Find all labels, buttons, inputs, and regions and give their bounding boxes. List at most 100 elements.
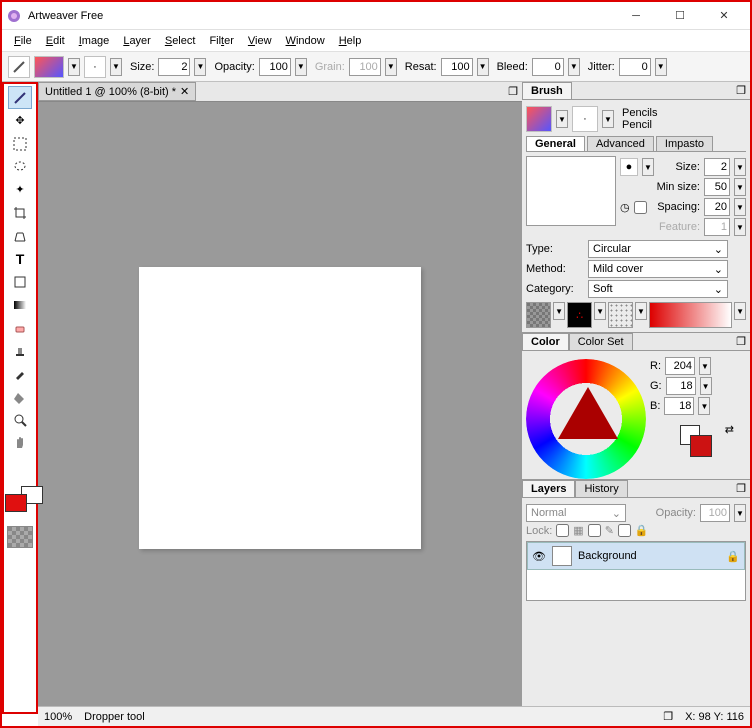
maximize-button[interactable]: ☐ bbox=[658, 4, 702, 28]
b-input[interactable] bbox=[664, 397, 694, 415]
color-panel-menu-icon[interactable]: ❐ bbox=[732, 333, 750, 350]
r-dd[interactable]: ▼ bbox=[699, 357, 711, 375]
brush-minsize-input[interactable] bbox=[704, 178, 730, 196]
brush-shape-icon[interactable]: ● bbox=[620, 158, 638, 176]
brush-variant-icon[interactable]: · bbox=[572, 106, 598, 132]
menu-image[interactable]: Image bbox=[73, 33, 116, 49]
r-input[interactable] bbox=[665, 357, 695, 375]
spray-dd[interactable]: ▼ bbox=[635, 302, 647, 320]
fill-tool[interactable] bbox=[8, 385, 32, 408]
bleed-input[interactable] bbox=[532, 58, 564, 76]
color-triangle[interactable] bbox=[558, 387, 618, 439]
brush-spacing-dd[interactable]: ▼ bbox=[734, 198, 746, 216]
fg-color-swatch[interactable] bbox=[5, 494, 27, 512]
texture-swatch[interactable] bbox=[526, 302, 551, 328]
brush-sub-advanced[interactable]: Advanced bbox=[587, 136, 654, 151]
panel-fg-swatch[interactable] bbox=[690, 435, 712, 457]
stamp-tool[interactable] bbox=[8, 339, 32, 362]
layers-panel-tab[interactable]: Layers bbox=[522, 480, 575, 497]
minimize-button[interactable]: ─ bbox=[614, 4, 658, 28]
layer-row-bg[interactable]: 👁 Background 🔒 bbox=[527, 542, 745, 570]
menu-view[interactable]: View bbox=[242, 33, 278, 49]
menu-help[interactable]: Help bbox=[333, 33, 368, 49]
brush-size-input[interactable] bbox=[704, 158, 730, 176]
spacing-check[interactable] bbox=[634, 201, 647, 214]
history-panel-tab[interactable]: History bbox=[575, 480, 627, 497]
color-panel-tab[interactable]: Color bbox=[522, 333, 569, 350]
spray-swatch[interactable] bbox=[608, 302, 633, 328]
status-restore-icon[interactable]: ❐ bbox=[663, 710, 673, 723]
marquee-tool[interactable] bbox=[8, 132, 32, 155]
brush-sub-general[interactable]: General bbox=[526, 136, 585, 151]
lock-paint[interactable] bbox=[588, 524, 601, 537]
jitter-dropdown[interactable]: ▼ bbox=[655, 58, 667, 76]
brush-sub-impasto[interactable]: Impasto bbox=[656, 136, 713, 151]
size-dropdown[interactable]: ▼ bbox=[194, 58, 206, 76]
brush-preset-selector[interactable] bbox=[34, 56, 64, 78]
hand-tool[interactable] bbox=[8, 431, 32, 454]
category-select[interactable]: Soft⌄ bbox=[588, 280, 728, 298]
close-button[interactable]: ✕ bbox=[702, 4, 746, 28]
restore-doc-icon[interactable]: ❐ bbox=[504, 85, 522, 98]
gradient-swatch[interactable] bbox=[649, 302, 732, 328]
texture-dd[interactable]: ▼ bbox=[553, 302, 565, 320]
perspective-tool[interactable] bbox=[8, 224, 32, 247]
dropper-tool[interactable] bbox=[8, 362, 32, 385]
opacity-input[interactable] bbox=[259, 58, 291, 76]
brush-icon[interactable] bbox=[8, 56, 30, 78]
colorset-panel-tab[interactable]: Color Set bbox=[569, 333, 633, 350]
menu-window[interactable]: Window bbox=[280, 33, 331, 49]
menu-edit[interactable]: Edit bbox=[40, 33, 71, 49]
lock-trans[interactable] bbox=[556, 524, 569, 537]
crop-tool[interactable] bbox=[8, 201, 32, 224]
swap-colors-icon[interactable]: ⇄ bbox=[725, 423, 734, 436]
brush-spacing-input[interactable] bbox=[704, 198, 730, 216]
menu-file[interactable]: File bbox=[8, 33, 38, 49]
jitter-input[interactable] bbox=[619, 58, 651, 76]
brush-tool[interactable] bbox=[8, 86, 32, 109]
pattern-dd[interactable]: ▼ bbox=[594, 302, 606, 320]
brush-minsize-dd[interactable]: ▼ bbox=[734, 178, 746, 196]
brush-tip-selector[interactable]: · bbox=[84, 56, 106, 78]
brush-category-icon[interactable] bbox=[526, 106, 552, 132]
zoom-tool[interactable] bbox=[8, 408, 32, 431]
brush-tip-dropdown[interactable]: ▼ bbox=[110, 58, 122, 76]
gradient-tool[interactable] bbox=[8, 293, 32, 316]
brush-shape-dropdown[interactable]: ▼ bbox=[642, 158, 654, 176]
brush-size-dd[interactable]: ▼ bbox=[734, 158, 746, 176]
lock-all[interactable] bbox=[618, 524, 631, 537]
type-select[interactable]: Circular⌄ bbox=[588, 240, 728, 258]
brush-panel-tab[interactable]: Brush bbox=[522, 82, 572, 99]
size-input[interactable] bbox=[158, 58, 190, 76]
b-dd[interactable]: ▼ bbox=[698, 397, 710, 415]
layers-panel-menu-icon[interactable]: ❐ bbox=[732, 480, 750, 497]
canvas[interactable] bbox=[139, 267, 421, 549]
wand-tool[interactable]: ✦ bbox=[8, 178, 32, 201]
menu-select[interactable]: Select bbox=[159, 33, 202, 49]
eraser-tool[interactable] bbox=[8, 316, 32, 339]
brush-preset-dropdown[interactable]: ▼ bbox=[68, 58, 80, 76]
resat-dropdown[interactable]: ▼ bbox=[477, 58, 489, 76]
close-tab-icon[interactable]: ✕ bbox=[180, 85, 189, 98]
angle-icon[interactable]: ◷ bbox=[620, 201, 630, 214]
shape-tool[interactable] bbox=[8, 270, 32, 293]
eye-icon[interactable]: 👁 bbox=[532, 550, 546, 563]
gradient-dd[interactable]: ▼ bbox=[734, 302, 746, 320]
method-select[interactable]: Mild cover⌄ bbox=[588, 260, 728, 278]
status-zoom[interactable]: 100% bbox=[44, 711, 72, 723]
lasso-tool[interactable] bbox=[8, 155, 32, 178]
g-input[interactable] bbox=[666, 377, 696, 395]
menu-filter[interactable]: Filter bbox=[203, 33, 239, 49]
brush-variant-dropdown[interactable]: ▼ bbox=[602, 110, 614, 128]
pattern-swatch[interactable] bbox=[7, 526, 33, 548]
opacity-dropdown[interactable]: ▼ bbox=[295, 58, 307, 76]
text-tool[interactable]: T bbox=[8, 247, 32, 270]
menu-layer[interactable]: Layer bbox=[117, 33, 157, 49]
g-dd[interactable]: ▼ bbox=[700, 377, 712, 395]
panel-menu-icon[interactable]: ❐ bbox=[732, 82, 750, 99]
resat-input[interactable] bbox=[441, 58, 473, 76]
move-tool[interactable]: ✥ bbox=[8, 109, 32, 132]
brush-category-dropdown[interactable]: ▼ bbox=[556, 110, 568, 128]
bleed-dropdown[interactable]: ▼ bbox=[568, 58, 580, 76]
document-tab[interactable]: Untitled 1 @ 100% (8-bit) * ✕ bbox=[38, 82, 196, 101]
